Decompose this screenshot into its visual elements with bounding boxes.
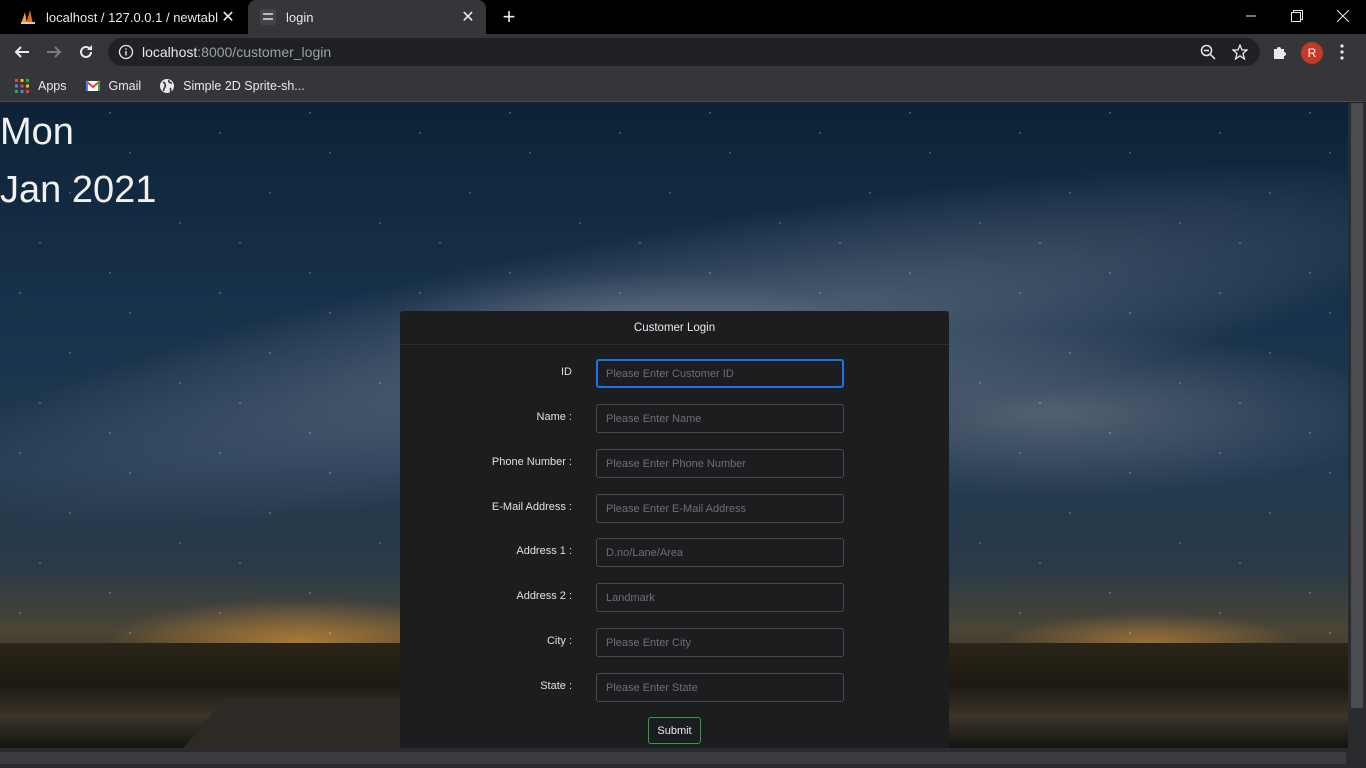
tab-title: login [286, 9, 314, 25]
profile-avatar[interactable]: R [1301, 42, 1323, 64]
page-background: Mon Jan 2021 Customer Login ID Name : Ph… [0, 103, 1348, 748]
bookmark-label: Gmail [108, 78, 142, 93]
tab-title: localhost / 127.0.0.1 / newtable / [46, 9, 218, 25]
address2-input[interactable] [596, 583, 844, 612]
email-label: E-Mail Address : [491, 501, 572, 513]
restore-icon[interactable] [1274, 0, 1320, 32]
name-label: Name : [536, 411, 572, 423]
back-arrow-icon[interactable] [8, 38, 36, 66]
address-bar[interactable]: localhost:8000/customer_login [108, 38, 1260, 66]
horizontal-scroll-thumb[interactable] [0, 752, 1346, 764]
bookmark-apps[interactable]: Apps [14, 78, 67, 94]
new-tab-button[interactable]: + [496, 4, 522, 29]
id-label: ID [561, 366, 572, 378]
minimize-icon[interactable] [1228, 0, 1274, 32]
field-row-city: City : [400, 628, 949, 658]
field-row-state: State : [400, 673, 949, 703]
state-input[interactable] [596, 673, 844, 702]
address1-label: Address 1 : [516, 545, 572, 557]
globe-icon [160, 78, 175, 93]
date-month-year: Jan 2021 [0, 169, 157, 211]
field-row-address2: Address 2 : [400, 583, 949, 613]
site-info-icon[interactable] [118, 44, 134, 60]
gmail-icon [84, 79, 101, 91]
bookmark-gmail[interactable]: Gmail [84, 78, 142, 94]
phone-label: Phone Number : [491, 456, 572, 468]
forward-arrow-icon[interactable] [40, 38, 68, 66]
vertical-scroll-thumb[interactable] [1351, 103, 1363, 708]
submit-button[interactable]: Submit [648, 717, 701, 744]
horizontal-scrollbar[interactable] [0, 748, 1348, 768]
email-input[interactable] [596, 494, 844, 523]
bookmarks-bar: Apps Gmail Simple 2D Sprite-sh... [0, 70, 1366, 102]
tab-strip: localhost / 127.0.0.1 / newtable / ✕ log… [0, 0, 1366, 34]
field-row-email: E-Mail Address : [400, 494, 949, 524]
browser-toolbar: localhost:8000/customer_login [0, 34, 1366, 70]
url-text: localhost:8000/customer_login [142, 44, 332, 60]
field-row-address1: Address 1 : [400, 538, 949, 568]
menu-kebab-icon[interactable] [1330, 40, 1354, 64]
field-row-phone: Phone Number : [400, 449, 949, 479]
vertical-scrollbar[interactable] [1348, 103, 1366, 748]
phone-input[interactable] [596, 449, 844, 478]
address1-input[interactable] [596, 538, 844, 567]
city-input[interactable] [596, 628, 844, 657]
scrollbar-corner [1348, 748, 1366, 768]
field-row-id: ID [400, 359, 949, 389]
bookmark-label: Apps [38, 78, 67, 93]
customer-id-input[interactable] [596, 359, 844, 388]
card-title: Customer Login [400, 311, 949, 345]
extensions-puzzle-icon[interactable] [1268, 40, 1292, 64]
bookmark-label: Simple 2D Sprite-sh... [183, 78, 305, 93]
state-label: State : [540, 680, 572, 692]
page-favicon-icon [260, 9, 276, 25]
close-window-icon[interactable] [1320, 0, 1366, 32]
field-row-name: Name : [400, 404, 949, 434]
tab-login[interactable]: login ✕ [248, 0, 486, 34]
bookmark-star-icon[interactable] [1228, 40, 1252, 64]
city-label: City : [546, 635, 572, 647]
tab-phpmyadmin[interactable]: localhost / 127.0.0.1 / newtable / ✕ [8, 0, 246, 34]
zoom-icon[interactable] [1196, 40, 1220, 64]
reload-icon[interactable] [72, 38, 100, 66]
name-input[interactable] [596, 404, 844, 433]
close-tab-icon[interactable]: ✕ [218, 7, 238, 27]
address2-label: Address 2 : [516, 590, 572, 602]
apps-grid-icon [15, 78, 29, 93]
bookmark-sprite-sheet[interactable]: Simple 2D Sprite-sh... [159, 78, 305, 94]
customer-login-card: Customer Login ID Name : Phone Number : … [400, 311, 949, 748]
date-day: Mon [0, 111, 74, 153]
close-tab-icon[interactable]: ✕ [458, 7, 478, 27]
phpmyadmin-icon [21, 10, 35, 24]
